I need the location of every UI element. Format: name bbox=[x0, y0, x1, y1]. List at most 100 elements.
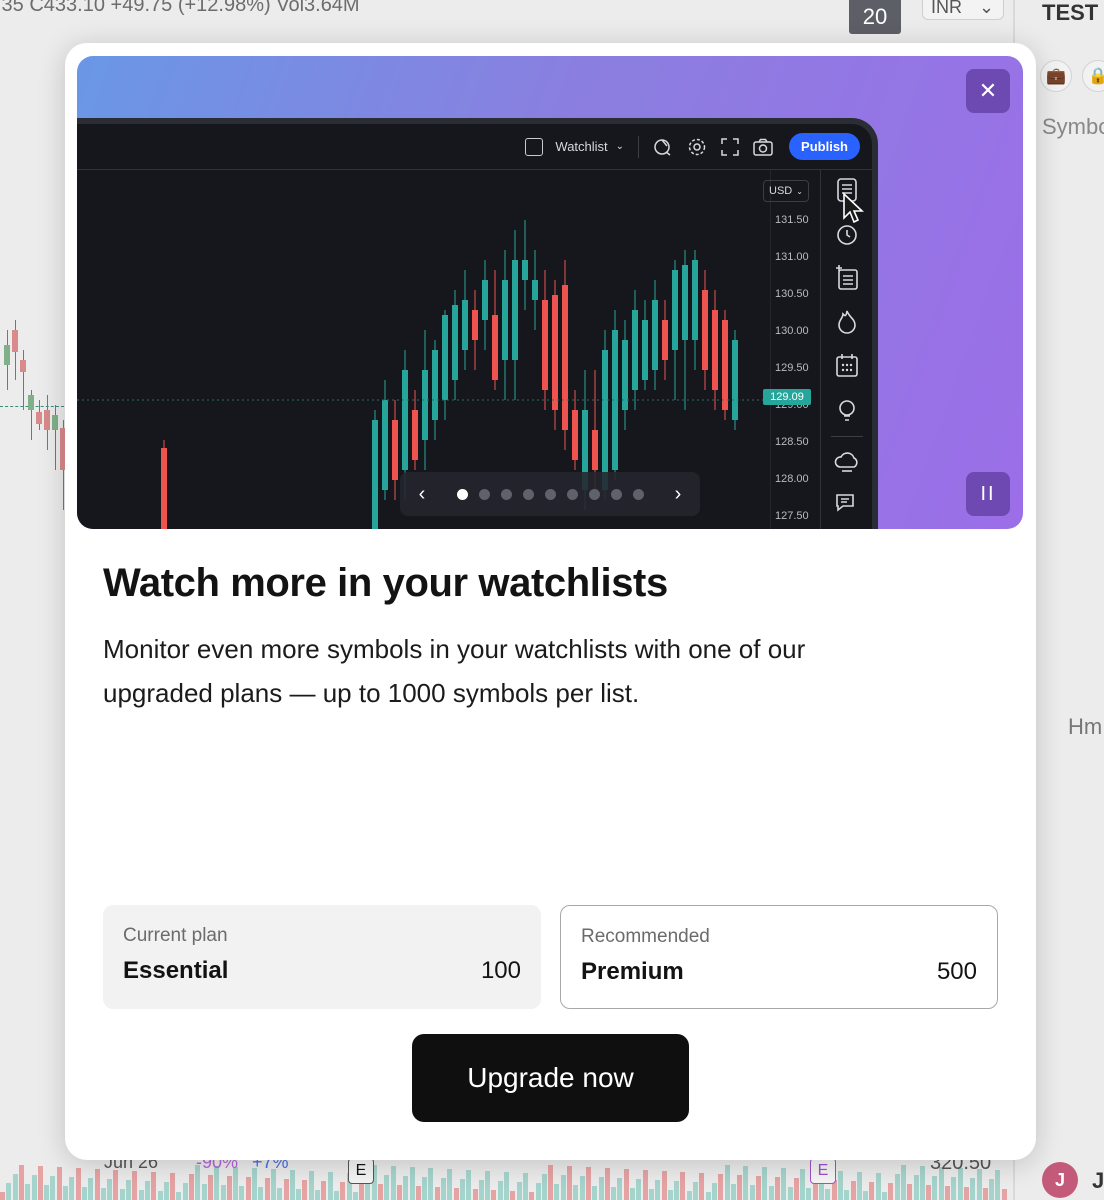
candle-body bbox=[20, 360, 26, 372]
volume-bar bbox=[844, 1190, 850, 1200]
candle-body bbox=[532, 280, 538, 300]
volume-bar bbox=[100, 1188, 106, 1200]
close-button[interactable]: ✕ bbox=[966, 69, 1010, 113]
candle-body bbox=[492, 315, 498, 380]
volume-bar bbox=[189, 1174, 194, 1200]
plan-name: Premium bbox=[581, 958, 684, 985]
carousel-dot[interactable] bbox=[544, 488, 556, 500]
volume-bar bbox=[951, 1177, 957, 1200]
volume-bar bbox=[648, 1189, 654, 1200]
volume-bar bbox=[0, 1192, 5, 1200]
candle-body bbox=[452, 305, 458, 380]
chat-icon bbox=[836, 494, 854, 512]
volume-bar bbox=[787, 1187, 793, 1200]
volume-bar bbox=[592, 1186, 598, 1200]
volume-bar bbox=[466, 1170, 472, 1200]
volume-bar bbox=[516, 1182, 522, 1200]
volume-bar bbox=[327, 1172, 333, 1200]
volume-bar bbox=[31, 1175, 37, 1200]
toolbar-divider bbox=[831, 436, 863, 437]
price-scale: USD ⌄ 131.50 131.00 130.50 130.00 129.50 129.… bbox=[763, 170, 820, 529]
candle-body bbox=[682, 265, 688, 340]
currency-dropdown: USD ⌄ bbox=[763, 180, 809, 202]
earnings-badge-upcoming[interactable]: E bbox=[810, 1158, 836, 1184]
volume-bar bbox=[699, 1173, 705, 1200]
candle-body bbox=[592, 430, 598, 470]
carousel-dot[interactable] bbox=[610, 488, 622, 500]
volume-bar bbox=[768, 1186, 774, 1200]
fullscreen-icon bbox=[721, 137, 739, 156]
volume-bar bbox=[352, 1192, 358, 1200]
volume-bar bbox=[611, 1187, 617, 1200]
carousel-dot[interactable] bbox=[478, 488, 490, 500]
briefcase-icon[interactable]: 💼 bbox=[1040, 60, 1072, 92]
avatar[interactable]: J bbox=[1042, 1162, 1078, 1198]
volume-bar bbox=[781, 1168, 787, 1200]
volume-bar bbox=[900, 1165, 906, 1200]
volume-bar bbox=[441, 1178, 446, 1200]
pause-button[interactable]: II bbox=[966, 472, 1010, 516]
candle-body bbox=[732, 340, 738, 420]
symbol-column-header: Symbo bbox=[1042, 114, 1104, 139]
volume-bar bbox=[201, 1184, 207, 1200]
upgrade-now-button[interactable]: Upgrade now bbox=[412, 1034, 689, 1122]
candle-body bbox=[392, 420, 398, 480]
volume-bar bbox=[711, 1183, 717, 1200]
volume-bar bbox=[119, 1189, 125, 1200]
volume-bar bbox=[919, 1166, 925, 1200]
carousel-next-button[interactable]: › bbox=[670, 483, 686, 506]
carousel-prev-button[interactable]: ‹ bbox=[414, 483, 430, 506]
carousel-dot[interactable] bbox=[566, 488, 578, 500]
currency-label: USD bbox=[769, 185, 793, 197]
candle-body bbox=[522, 260, 528, 280]
volume-bar bbox=[756, 1176, 761, 1200]
lock-icon[interactable]: 🔒 bbox=[1082, 60, 1104, 92]
volume-bar bbox=[491, 1190, 497, 1200]
volume-bar bbox=[743, 1166, 749, 1200]
currency-select[interactable]: INR ⌄ bbox=[922, 0, 1004, 20]
plan-symbol-limit: 500 bbox=[936, 958, 977, 985]
candle-body bbox=[442, 315, 448, 400]
carousel-dot[interactable] bbox=[522, 488, 534, 500]
volume-bar bbox=[995, 1170, 1001, 1200]
carousel-dot[interactable] bbox=[456, 488, 468, 500]
volume-bar bbox=[686, 1191, 692, 1200]
volume-bar bbox=[390, 1166, 396, 1200]
candle-wick bbox=[23, 350, 24, 410]
timeframe-badge[interactable]: 20 bbox=[849, 0, 901, 34]
alarm-clock-icon bbox=[837, 225, 857, 245]
earnings-badge[interactable]: E bbox=[348, 1158, 374, 1184]
candle-body bbox=[44, 410, 50, 430]
candle-body bbox=[422, 370, 428, 440]
volume-bar bbox=[403, 1176, 409, 1200]
last-price-label: 129.09 bbox=[763, 389, 811, 405]
volume-bar bbox=[308, 1171, 314, 1200]
volume-bar bbox=[894, 1174, 900, 1200]
volume-bar bbox=[226, 1176, 232, 1200]
volume-bar bbox=[63, 1186, 68, 1200]
publish-button: Publish bbox=[789, 133, 860, 160]
camera-icon bbox=[753, 138, 773, 156]
recommended-plan-card[interactable]: Recommended Premium 500 bbox=[560, 905, 998, 1009]
volume-bar bbox=[718, 1174, 724, 1200]
volume-bar bbox=[25, 1184, 31, 1200]
volume-bar bbox=[359, 1183, 365, 1200]
watchlist-title[interactable]: TEST bbox=[1042, 0, 1098, 26]
candle-body bbox=[472, 310, 478, 340]
upgrade-modal: Watchlist ⌄ Publish USD ⌄ 131.50 131.00 … bbox=[65, 43, 1036, 1160]
volume-bar bbox=[869, 1182, 875, 1200]
current-plan-card[interactable]: Current plan Essential 100 bbox=[103, 905, 541, 1009]
volume-bar bbox=[472, 1189, 478, 1200]
candle-body bbox=[712, 310, 718, 390]
carousel-dot[interactable] bbox=[632, 488, 644, 500]
carousel-dot[interactable] bbox=[500, 488, 512, 500]
volume-bar bbox=[693, 1182, 698, 1200]
volume-bar bbox=[415, 1186, 421, 1200]
candle-body bbox=[642, 320, 648, 380]
calendar-icon bbox=[836, 354, 858, 377]
volume-bar bbox=[762, 1167, 768, 1200]
volume-bar bbox=[604, 1168, 610, 1200]
carousel-dot[interactable] bbox=[588, 488, 600, 500]
volume-bar bbox=[806, 1188, 812, 1200]
candle-body bbox=[502, 280, 508, 360]
